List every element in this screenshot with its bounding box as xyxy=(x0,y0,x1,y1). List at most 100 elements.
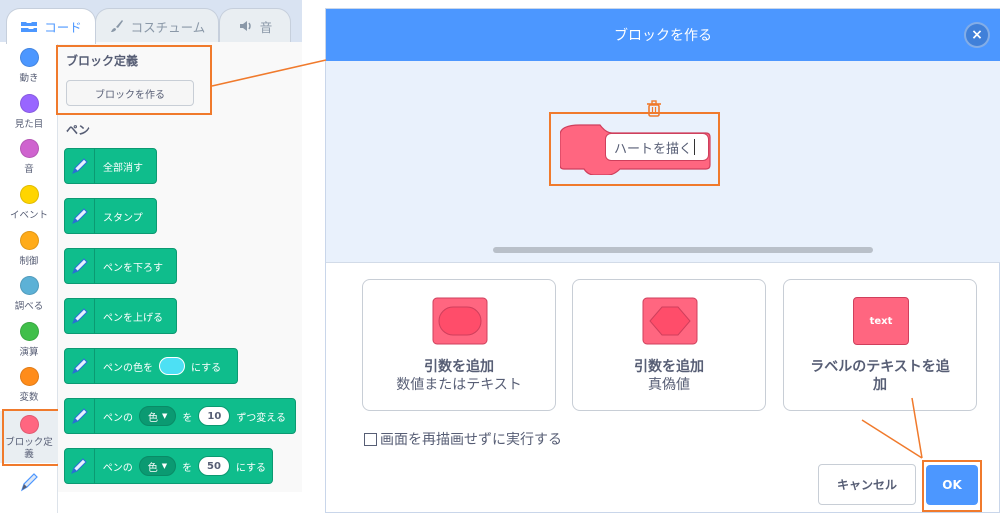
label-text-icon: text xyxy=(853,297,909,345)
category-label: 調べる xyxy=(14,301,44,312)
category-label: 見た目 xyxy=(14,119,44,130)
dialog-title: ブロックを作る xyxy=(614,28,712,44)
dropdown-value: 色 xyxy=(148,412,158,424)
pen-section-title: ペン xyxy=(66,123,91,137)
block-text: ペンを上げる xyxy=(103,312,163,324)
run-without-refresh-row[interactable]: 画面を再描画せずに実行する xyxy=(364,429,562,449)
define-block-highlight xyxy=(549,112,720,186)
option-subtitle: 真偽値 xyxy=(648,377,690,393)
block-text: ペンの xyxy=(102,462,133,474)
category-label: 制御 xyxy=(19,256,39,267)
number-input[interactable]: 10 xyxy=(198,406,231,426)
option-label: 引数を追加数値またはテキスト xyxy=(363,358,555,394)
category-label: 変数 xyxy=(19,392,39,403)
tab-code[interactable]: コード xyxy=(6,8,96,44)
category-sensing[interactable]: 調べる xyxy=(0,276,58,312)
pen-extension-icon[interactable] xyxy=(17,470,41,494)
option-title: 引数を追加 xyxy=(424,359,494,375)
block-preview-area: ハートを描く xyxy=(326,61,1000,263)
category-dot xyxy=(19,48,39,67)
horizontal-scrollbar[interactable] xyxy=(493,247,873,253)
option-title: 引数を追加 xyxy=(634,359,704,375)
pen-icon xyxy=(65,298,95,334)
category-motion[interactable]: 動き xyxy=(0,48,58,84)
boolean-input-icon xyxy=(642,297,698,345)
close-icon: × xyxy=(971,27,983,43)
block-text: にする xyxy=(191,362,222,374)
option-label: 引数を追加 真偽値 xyxy=(573,358,765,394)
speaker-icon xyxy=(239,21,251,31)
category-label: 演算 xyxy=(19,347,39,358)
block-text: スタンプ xyxy=(103,212,143,224)
pen-block-stamp[interactable]: スタンプ xyxy=(64,198,157,234)
pen-block-pen-down[interactable]: ペンを下ろす xyxy=(64,248,177,284)
block-text: ずつ変える xyxy=(236,412,287,424)
category-variables[interactable]: 変数 xyxy=(0,367,58,403)
block-text: にする xyxy=(235,462,266,474)
option-label: ラベルのテキストを追加 xyxy=(784,358,976,394)
option-subtitle: 数値またはテキスト xyxy=(396,377,522,393)
label-text-icon-text: text xyxy=(869,315,893,327)
category-label: 音 xyxy=(24,164,34,175)
category-dot xyxy=(19,185,39,204)
block-text: を xyxy=(182,412,193,424)
tab-label: コスチューム xyxy=(130,19,206,35)
category-events[interactable]: イベント xyxy=(0,185,58,221)
add-label-text-button[interactable]: text ラベルのテキストを追加 xyxy=(783,279,977,411)
pen-block-set-param[interactable]: ペンの 色 ▼ を 50 にする xyxy=(64,448,273,484)
add-number-text-input-button[interactable]: 引数を追加数値またはテキスト xyxy=(362,279,556,411)
screen: コスチューム 音 コード 動き 見た目 音 イベント 制御 調べる 演算 変数 … xyxy=(0,0,1000,513)
pen-block-set-color[interactable]: ペンの色を にする xyxy=(64,348,238,384)
block-text: 全部消す xyxy=(103,162,143,174)
my-blocks-category-highlight xyxy=(2,409,60,466)
number-text-input-icon xyxy=(432,297,488,345)
pen-icon xyxy=(65,198,95,234)
number-input[interactable]: 50 xyxy=(198,456,230,476)
dropdown-value: 色 xyxy=(147,462,158,474)
dropdown-arrow-icon: ▼ xyxy=(162,412,168,420)
run-without-refresh-checkbox[interactable] xyxy=(364,432,377,446)
code-icon xyxy=(21,21,38,32)
block-text: を xyxy=(182,462,193,474)
category-dot xyxy=(19,276,39,295)
category-control[interactable]: 制御 xyxy=(0,231,58,267)
add-boolean-input-button[interactable]: 引数を追加 真偽値 xyxy=(572,279,766,411)
category-looks[interactable]: 見た目 xyxy=(0,94,58,130)
pen-icon xyxy=(65,348,95,384)
cancel-button[interactable]: キャンセル xyxy=(818,464,916,505)
option-subtitle: 加 xyxy=(873,377,887,393)
category-dot xyxy=(19,367,39,386)
category-dot xyxy=(19,322,39,341)
param-dropdown[interactable]: 色 ▼ xyxy=(138,456,177,476)
block-text: ペンの色を xyxy=(103,362,153,374)
category-dot xyxy=(19,231,39,250)
pen-icon xyxy=(65,448,95,484)
category-label: 動き xyxy=(19,73,39,84)
block-text: ペンを下ろす xyxy=(103,262,163,274)
tab-label: 音 xyxy=(259,19,273,35)
make-block-dialog: ブロックを作る × ハートを描く 引数を追加 数値またはテキスト 引数を追加 真… xyxy=(325,8,1000,513)
dropdown-arrow-icon: ▼ xyxy=(161,462,168,470)
close-button[interactable]: × xyxy=(964,22,990,48)
ok-button-highlight xyxy=(922,460,982,512)
editor-panel: コスチューム 音 コード 動き 見た目 音 イベント 制御 調べる 演算 変数 … xyxy=(0,0,302,513)
color-swatch[interactable] xyxy=(159,357,185,375)
param-dropdown[interactable]: 色 ▼ xyxy=(139,406,177,426)
pen-icon xyxy=(65,148,95,184)
tab-sound[interactable]: 音 xyxy=(219,8,291,43)
pen-block-pen-up[interactable]: ペンを上げる xyxy=(64,298,177,334)
pen-icon xyxy=(65,248,95,284)
checkbox-label: 画面を再描画せずに実行する xyxy=(380,432,562,448)
category-dot xyxy=(19,94,39,113)
category-sound[interactable]: 音 xyxy=(0,139,58,175)
tab-costume[interactable]: コスチューム xyxy=(95,8,219,43)
category-operators[interactable]: 演算 xyxy=(0,322,58,358)
pen-block-change-param[interactable]: ペンの 色 ▼ を 10 ずつ変える xyxy=(64,398,296,434)
category-label: イベント xyxy=(9,210,48,221)
category-dot xyxy=(19,139,39,158)
dialog-header: ブロックを作る × xyxy=(326,9,1000,61)
pen-icon xyxy=(65,398,95,434)
tab-label: コード xyxy=(44,20,82,35)
make-block-highlight xyxy=(56,45,212,115)
pen-block-clear[interactable]: 全部消す xyxy=(64,148,157,184)
